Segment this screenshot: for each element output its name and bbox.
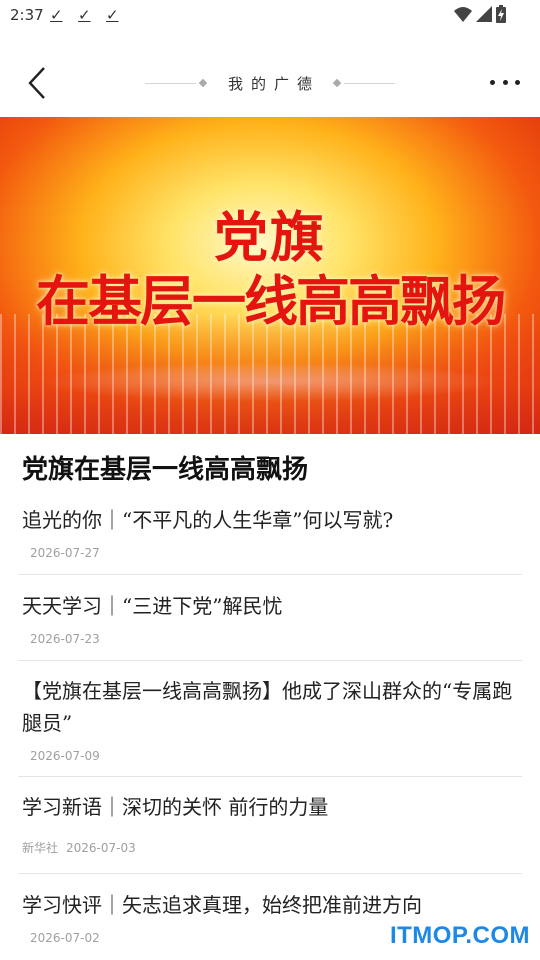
back-chevron-icon bbox=[28, 67, 45, 99]
more-dots-icon bbox=[515, 79, 520, 85]
list-item[interactable]: 追光的你｜“不平凡的人生华章”何以写就? 2026-07-27 bbox=[22, 504, 522, 560]
diamond-icon bbox=[332, 78, 342, 88]
page-title: 我的广德 bbox=[228, 74, 321, 93]
list-divider bbox=[18, 660, 522, 661]
article-meta: 新华社 2026-07-03 bbox=[22, 839, 522, 856]
signal-icon bbox=[476, 6, 492, 22]
download-done-icon: ✓ bbox=[106, 6, 119, 24]
download-done-icon: ✓ bbox=[50, 6, 63, 24]
list-item[interactable]: 天天学习｜“三进下党”解民忧 2026-07-23 bbox=[22, 590, 522, 646]
status-time: 2:37 bbox=[10, 6, 44, 24]
article-meta: 2026-07-09 bbox=[22, 749, 522, 763]
article-title: 学习快评｜矢志追求真理，始终把准前进方向 bbox=[22, 893, 422, 917]
download-done-icon: ✓ bbox=[78, 6, 91, 24]
article-date: 2026-07-03 bbox=[66, 841, 136, 855]
article-meta: 2026-07-23 bbox=[22, 632, 522, 646]
section-title: 党旗在基层一线高高飘扬 bbox=[22, 455, 309, 485]
banner-headline-line2: 在基层一线高高飘扬 bbox=[36, 269, 506, 333]
list-divider bbox=[18, 873, 522, 874]
back-button[interactable] bbox=[20, 64, 54, 102]
article-title: 追光的你｜“不平凡的人生华章”何以写就? bbox=[22, 508, 394, 532]
title-divider-left bbox=[145, 82, 196, 84]
diamond-icon bbox=[198, 78, 208, 88]
watermark-text: ITMOP.COM bbox=[389, 922, 530, 949]
list-divider bbox=[18, 574, 522, 575]
article-title: 【党旗在基层一线高高飘扬】他成了深山群众的“专属跑腿员” bbox=[22, 679, 513, 735]
wifi-icon bbox=[454, 7, 472, 22]
article-date: 2026-07-02 bbox=[30, 931, 100, 945]
list-item[interactable]: 【党旗在基层一线高高飘扬】他成了深山群众的“专属跑腿员” 2026-07-09 bbox=[22, 675, 522, 763]
more-dots-icon bbox=[502, 79, 508, 85]
top-navbar: 我的广德 bbox=[0, 56, 540, 110]
page-title-wrap: 我的广德 bbox=[145, 72, 396, 94]
status-icons bbox=[454, 5, 506, 23]
more-dots-icon bbox=[490, 79, 495, 85]
article-date: 2026-07-09 bbox=[30, 749, 100, 763]
article-title: 天天学习｜“三进下党”解民忧 bbox=[22, 594, 283, 618]
more-button[interactable] bbox=[490, 70, 520, 94]
article-source: 新华社 bbox=[22, 841, 59, 855]
banner-image[interactable]: 党旗 在基层一线高高飘扬 bbox=[0, 117, 540, 434]
article-title: 学习新语｜深切的关怀 前行的力量 bbox=[22, 795, 329, 819]
battery-charging-icon bbox=[496, 5, 506, 23]
article-date: 2026-07-27 bbox=[30, 546, 100, 560]
article-meta: 2026-07-27 bbox=[22, 546, 522, 560]
list-item[interactable]: 学习新语｜深切的关怀 前行的力量 新华社 2026-07-03 bbox=[22, 791, 522, 856]
article-date: 2026-07-23 bbox=[30, 632, 100, 646]
status-bar: 2:37 ✓ ✓ ✓ bbox=[0, 0, 540, 30]
title-divider-right bbox=[344, 82, 396, 84]
list-divider bbox=[18, 776, 522, 777]
